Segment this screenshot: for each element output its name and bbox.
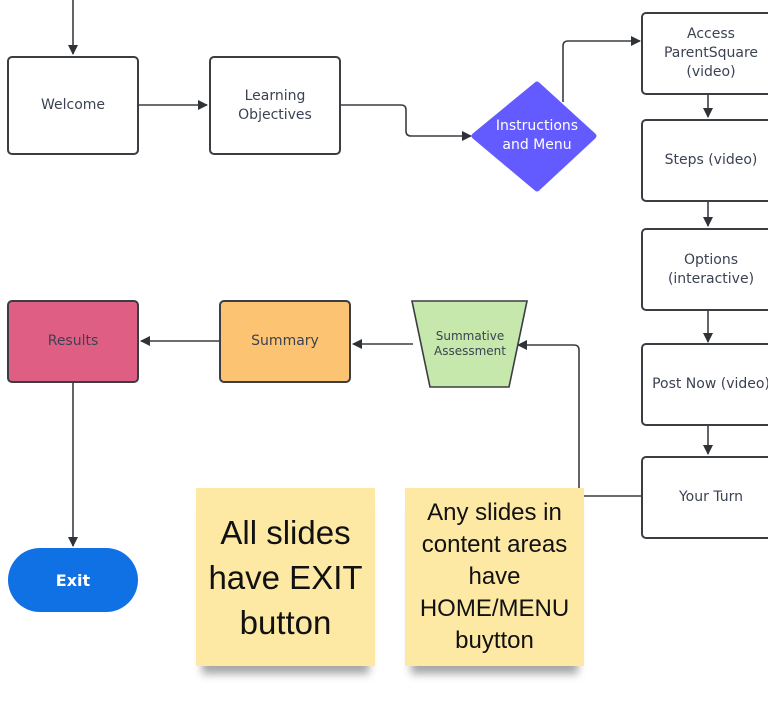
node-summary: Summary	[219, 300, 351, 383]
sticky-note-home-menu: Any slides in content areas have HOME/ME…	[405, 488, 584, 666]
edge-learning-instructions	[341, 104, 472, 141]
edge-instructions-access	[562, 36, 641, 102]
node-summary-label: Summary	[251, 333, 319, 349]
node-results-label: Results	[47, 333, 99, 349]
node-your-turn-label: Your Turn	[678, 489, 744, 505]
node-summative-assessment: Summative Assessment	[425, 322, 515, 366]
node-learning-objectives-label: Learning Objectives	[238, 87, 312, 123]
node-steps: Steps (video)	[641, 119, 768, 202]
node-instructions-menu-label: Instructions and Menu	[495, 118, 579, 153]
node-summative-assessment-label: Summative Assessment	[434, 329, 506, 358]
node-post-now: Post Now (video)	[641, 343, 768, 426]
node-your-turn: Your Turn	[641, 456, 768, 539]
sticky-note-exit-text: All slides have EXIT button	[208, 513, 363, 641]
node-post-now-label: Post Now (video)	[652, 376, 768, 392]
sticky-note-exit: All slides have EXIT button	[196, 488, 375, 666]
node-options-label: Options (interactive)	[667, 251, 755, 287]
sticky-note-home-menu-text: Any slides in content areas have HOME/ME…	[419, 499, 570, 654]
node-options: Options (interactive)	[641, 228, 768, 311]
node-welcome-label: Welcome	[40, 97, 106, 113]
edge-yourturn-summative	[517, 340, 641, 497]
node-access-parentsquare-label: Access ParentSquare (video)	[663, 26, 759, 80]
node-exit-label: Exit	[55, 570, 91, 590]
node-exit: Exit	[8, 548, 138, 612]
node-instructions-menu: Instructions and Menu	[478, 100, 596, 172]
node-learning-objectives: Learning Objectives	[209, 56, 341, 155]
node-welcome: Welcome	[7, 56, 139, 155]
node-steps-label: Steps (video)	[664, 152, 758, 168]
node-access-parentsquare: Access ParentSquare (video)	[641, 12, 768, 95]
node-results: Results	[7, 300, 139, 383]
